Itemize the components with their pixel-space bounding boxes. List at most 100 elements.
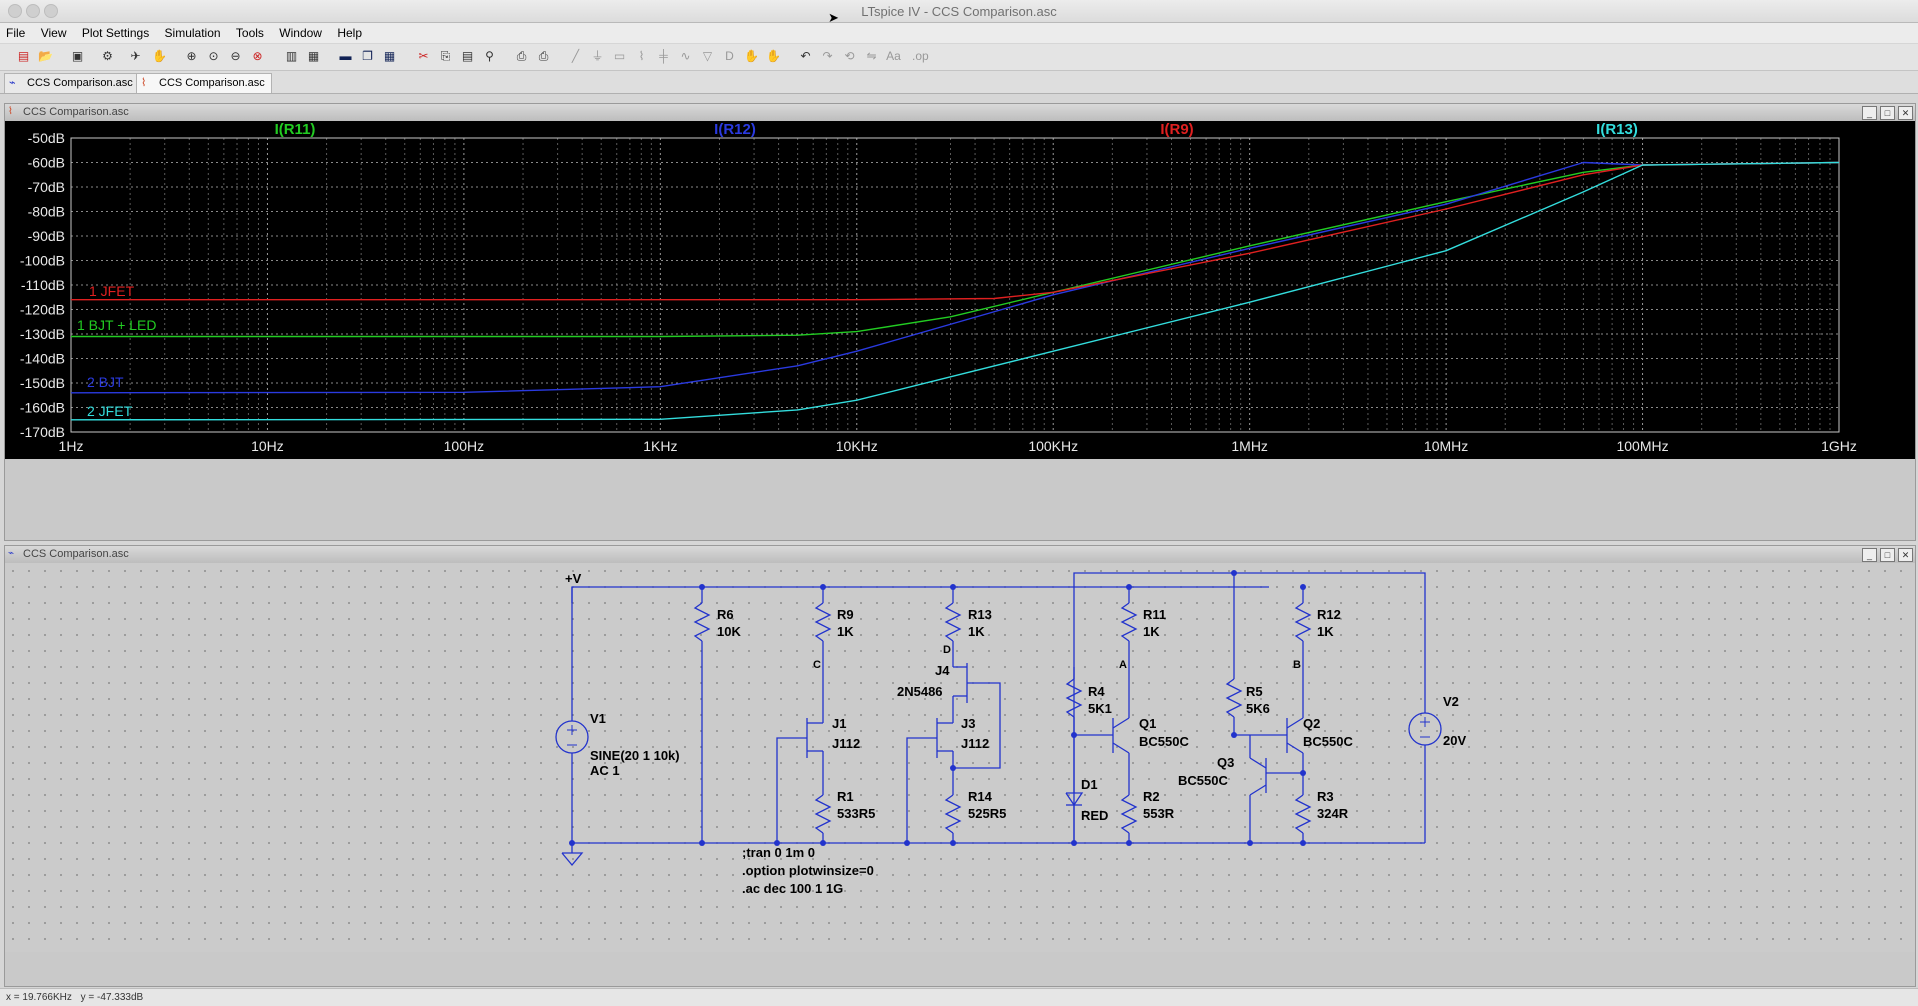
tab-schematic[interactable]: ⌁ CCS Comparison.asc — [4, 73, 140, 93]
schematic-drawing[interactable]: +V R6 10K R9 1K R13 1K R11 1K R12 1K C D… — [5, 563, 1915, 983]
trace-label-ir12[interactable]: I(R12) — [714, 121, 756, 138]
x-tick-label: 100KHz — [1028, 438, 1078, 454]
schematic-icon: ⌁ — [9, 77, 16, 89]
schematic-canvas[interactable]: +V R6 10K R9 1K R13 1K R11 1K R12 1K C D… — [5, 563, 1915, 952]
y-tick-label: -100dB — [20, 253, 65, 269]
label-r12: R12 — [1317, 607, 1341, 622]
label-r5: R5 — [1246, 684, 1263, 699]
grid-icon[interactable]: ▦ — [306, 49, 321, 64]
open-icon[interactable]: 📂 — [38, 49, 53, 64]
x-tick-label: 1MHz — [1231, 438, 1268, 454]
label-j3: J3 — [961, 716, 975, 731]
undo-icon[interactable]: ↶ — [798, 49, 813, 64]
trace-label-ir11[interactable]: I(R11) — [275, 121, 316, 138]
source-symbols — [567, 717, 1430, 746]
tab-waveform-label: CCS Comparison.asc — [159, 77, 265, 89]
label-v2: V2 — [1443, 694, 1459, 709]
run-icon[interactable]: ✈ — [128, 49, 143, 64]
spice-directive-ac[interactable]: .ac dec 100 1 1G — [742, 881, 843, 896]
close-icon[interactable]: ✕ — [1898, 106, 1913, 120]
menu-tools[interactable]: Tools — [230, 23, 270, 40]
paste-icon[interactable]: ▤ — [460, 49, 475, 64]
settings-icon[interactable]: ⚙ — [100, 49, 115, 64]
autorange-icon[interactable]: ▥ — [284, 49, 299, 64]
label-q3-value: BC550C — [1178, 773, 1228, 788]
diode-icon[interactable]: ▽ — [700, 49, 715, 64]
rotate-icon[interactable]: ⟲ — [842, 49, 857, 64]
plot-area[interactable]: -50dB -60dB -70dB -80dB -90dB -100dB -110dB -12… — [5, 121, 1915, 459]
tile-vertical-icon[interactable]: ▦ — [382, 49, 397, 64]
maximize-icon[interactable]: □ — [1880, 548, 1895, 562]
find-icon[interactable]: ⚲ — [482, 49, 497, 64]
y-tick-label: -110dB — [21, 277, 65, 293]
minimize-icon[interactable]: _ — [1862, 548, 1877, 562]
label-v1-value-1: SINE(20 1 10k) — [590, 748, 680, 763]
pan-icon[interactable]: ⊙ — [206, 49, 221, 64]
cut-icon[interactable]: ✂ — [416, 49, 431, 64]
menu-file[interactable]: File — [0, 23, 31, 40]
label-q3: Q3 — [1217, 755, 1234, 770]
menu-view[interactable]: View — [35, 23, 73, 40]
capacitor-icon[interactable]: ╪ — [656, 49, 671, 64]
print-icon[interactable]: ⎙ — [536, 49, 551, 64]
schematic-icon: ⌁ — [8, 548, 15, 559]
redo-icon[interactable]: ↷ — [820, 49, 835, 64]
wire-icon[interactable]: ╱ — [568, 49, 583, 64]
label-r11: R11 — [1143, 607, 1166, 622]
status-x: x = 19.766KHz — [6, 992, 72, 1003]
maximize-icon[interactable]: □ — [1880, 106, 1895, 120]
label-r9: R9 — [837, 607, 854, 622]
label-r3-value: 324R — [1317, 806, 1349, 821]
annotation-1-bjt-led: 1 BJT + LED — [77, 317, 157, 333]
inductor-icon[interactable]: ∿ — [678, 49, 693, 64]
tab-waveform[interactable]: ⌇ CCS Comparison.asc — [136, 73, 272, 93]
spice-directive-option[interactable]: .option plotwinsize=0 — [742, 863, 874, 878]
label-v2-value: 20V — [1443, 733, 1466, 748]
menu-plot-settings[interactable]: Plot Settings — [76, 23, 155, 40]
label-net-c: C — [813, 659, 821, 671]
y-tick-label: -50dB — [28, 130, 65, 146]
text-icon[interactable]: Aa — [886, 49, 901, 64]
trace-label-ir9[interactable]: I(R9) — [1160, 121, 1193, 138]
minimize-icon[interactable]: _ — [1862, 106, 1877, 120]
y-tick-label: -70dB — [28, 179, 65, 195]
label-r3: R3 — [1317, 789, 1334, 804]
save-icon[interactable]: ▣ — [70, 49, 85, 64]
menu-window[interactable]: Window — [273, 23, 328, 40]
label-q1: Q1 — [1139, 716, 1156, 731]
y-tick-label: -140dB — [20, 351, 65, 367]
print-preview-icon[interactable]: ⎙ — [514, 49, 529, 64]
waveform-window-titlebar: ⌇ CCS Comparison.asc _ □ ✕ — [5, 104, 1915, 121]
label-icon[interactable]: ▭ — [612, 49, 627, 64]
label-r2-value: 553R — [1143, 806, 1175, 821]
ground-icon[interactable]: ⏚ — [590, 49, 605, 64]
zoom-out-icon[interactable]: ⊖ — [228, 49, 243, 64]
label-d1-value: RED — [1081, 808, 1108, 823]
spice-directive-icon[interactable]: .op — [912, 49, 929, 64]
new-schematic-icon[interactable]: ▤ — [16, 49, 31, 64]
menu-bar: File View Plot Settings Simulation Tools… — [0, 23, 1918, 43]
mirror-icon[interactable]: ⇋ — [864, 49, 879, 64]
y-tick-label: -60dB — [28, 155, 65, 171]
menu-help[interactable]: Help — [331, 23, 368, 40]
bode-plot[interactable]: -50dB -60dB -70dB -80dB -90dB -100dB -110dB -12… — [5, 121, 1915, 540]
resistor-icon[interactable]: ⌇ — [634, 49, 649, 64]
close-icon[interactable]: ✕ — [1898, 548, 1913, 562]
tile-horizontal-icon[interactable]: ▬ — [338, 49, 353, 64]
menu-simulation[interactable]: Simulation — [159, 23, 227, 40]
spice-directive-tran[interactable]: ;tran 0 1m 0 — [742, 845, 815, 860]
x-tick-label: 100MHz — [1616, 438, 1668, 454]
label-j4-value: 2N5486 — [897, 684, 943, 699]
label-r13: R13 — [968, 607, 992, 622]
cascade-icon[interactable]: ❐ — [360, 49, 375, 64]
trace-label-ir13[interactable]: I(R13) — [1596, 121, 1638, 138]
x-tick-label: 10Hz — [251, 438, 284, 454]
zoom-in-icon[interactable]: ⊕ — [184, 49, 199, 64]
component-icon[interactable]: D — [722, 49, 737, 64]
zoom-fit-icon[interactable]: ⊗ — [250, 49, 265, 64]
drag-icon[interactable]: ✋ — [766, 49, 781, 64]
move-icon[interactable]: ✋ — [744, 49, 759, 64]
copy-icon[interactable]: ⎘ — [438, 49, 453, 64]
label-r1: R1 — [837, 789, 854, 804]
halt-icon[interactable]: ✋ — [152, 49, 167, 64]
